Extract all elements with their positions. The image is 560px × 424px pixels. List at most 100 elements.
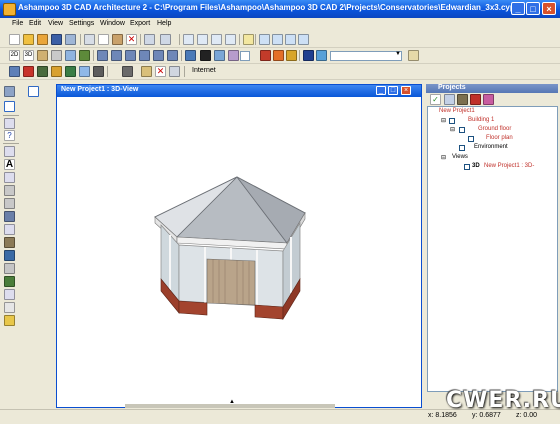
grid-icon[interactable] — [259, 34, 270, 45]
select-icon[interactable] — [200, 50, 211, 61]
eraser-tool-icon[interactable] — [4, 302, 15, 313]
tree-item-root[interactable]: New Project1 — [439, 108, 475, 114]
render-icon[interactable] — [51, 50, 62, 61]
tree-item-building[interactable]: Building 1 — [468, 117, 494, 123]
conservatory-3d-model[interactable] — [137, 173, 327, 333]
window-tool-icon[interactable] — [4, 237, 15, 248]
copy-icon[interactable] — [98, 34, 109, 45]
dropdown-arrow-icon[interactable]: ▼ — [395, 51, 401, 57]
panel-list-icon[interactable] — [444, 94, 455, 105]
tree-item-environment[interactable]: Environment — [474, 144, 508, 150]
snap-icon[interactable] — [272, 34, 283, 45]
railing-tool-icon[interactable] — [4, 198, 15, 209]
dimension-tool-icon[interactable] — [4, 146, 15, 157]
zoom-icon[interactable] — [183, 34, 194, 45]
open-icon[interactable] — [37, 34, 48, 45]
dimension-icon[interactable] — [93, 66, 104, 77]
scroll-up-arrow-icon[interactable]: ▲ — [229, 399, 235, 405]
layer-icon[interactable] — [316, 50, 327, 61]
options-icon[interactable] — [408, 50, 419, 61]
panel-home-icon[interactable] — [483, 94, 494, 105]
camera-icon[interactable] — [65, 50, 76, 61]
wall-icon[interactable] — [111, 50, 122, 61]
copy-object-icon[interactable] — [214, 50, 225, 61]
tree-checkbox-ground-floor[interactable] — [459, 127, 465, 133]
collapse-icon[interactable]: ⊟ — [441, 154, 446, 161]
line-tool-icon[interactable] — [4, 118, 15, 129]
menu-export[interactable]: Export — [127, 19, 153, 28]
roof-icon[interactable] — [153, 50, 164, 61]
light-icon[interactable] — [286, 50, 297, 61]
tools-icon[interactable] — [122, 66, 133, 77]
tree-icon[interactable] — [79, 50, 90, 61]
color-swatch[interactable] — [240, 51, 250, 61]
document-icon[interactable] — [243, 34, 254, 45]
2d-view-icon[interactable]: 2D — [9, 50, 20, 61]
slab-tool-icon[interactable] — [4, 263, 15, 274]
close-button[interactable]: × — [542, 2, 556, 15]
properties-icon[interactable] — [169, 66, 180, 77]
roof-tool-icon[interactable] — [4, 250, 15, 261]
cube-icon[interactable] — [185, 50, 196, 61]
menu-settings[interactable]: Settings — [66, 19, 97, 28]
remove-icon[interactable]: ✕ — [155, 66, 166, 77]
minimize-button[interactable]: _ — [511, 2, 525, 15]
expand-icon[interactable]: ⊟ — [450, 126, 455, 133]
save-icon[interactable] — [51, 34, 62, 45]
image-icon[interactable] — [79, 66, 90, 77]
guides-icon[interactable] — [298, 34, 309, 45]
material-icon[interactable] — [273, 50, 284, 61]
furniture-icon[interactable] — [51, 66, 62, 77]
group-icon[interactable] — [228, 50, 239, 61]
pointer-icon[interactable] — [28, 86, 39, 97]
3d-view-icon[interactable]: 3D — [23, 50, 34, 61]
view-minimize-button[interactable]: _ — [376, 86, 386, 95]
check-icon[interactable]: ✓ — [430, 94, 441, 105]
plan-icon[interactable] — [9, 66, 20, 77]
arc-tool-icon[interactable] — [4, 172, 15, 183]
paint-tool-icon[interactable] — [4, 315, 15, 326]
plant-icon[interactable] — [65, 66, 76, 77]
brick-icon[interactable] — [23, 66, 34, 77]
internet-button[interactable]: Internet — [192, 67, 216, 74]
view-maximize-button[interactable]: □ — [388, 86, 398, 95]
texture-icon[interactable] — [260, 50, 271, 61]
tree-checkbox-building[interactable] — [449, 118, 455, 124]
print-icon[interactable] — [65, 34, 76, 45]
panel-building-icon[interactable] — [457, 94, 468, 105]
door-icon[interactable] — [139, 50, 150, 61]
window-icon[interactable] — [125, 50, 136, 61]
open-folder-icon[interactable] — [23, 34, 34, 45]
undo-icon[interactable] — [144, 34, 155, 45]
tree-checkbox-environment[interactable] — [459, 145, 465, 151]
new-icon[interactable] — [9, 34, 20, 45]
tree-item-3d-view[interactable]: New Project1 : 3D- — [484, 163, 534, 169]
paste-icon[interactable] — [112, 34, 123, 45]
expand-icon[interactable]: ⊟ — [441, 117, 446, 124]
stairs-tool-icon[interactable] — [4, 185, 15, 196]
panel-delete-icon[interactable] — [470, 94, 481, 105]
tree-checkbox-floor-plan[interactable] — [468, 136, 474, 142]
text-tool-icon[interactable]: A — [4, 159, 15, 170]
3d-view-window[interactable]: New Project1 : 3D-View _ □ × ▲ — [56, 84, 422, 408]
zoom-out-icon[interactable] — [211, 34, 222, 45]
redo-icon[interactable] — [160, 34, 171, 45]
menu-view[interactable]: View — [45, 19, 66, 28]
measure-icon[interactable] — [141, 66, 152, 77]
menu-edit[interactable]: Edit — [26, 19, 44, 28]
select-arrow-icon[interactable] — [4, 101, 15, 112]
stairs-icon[interactable] — [167, 50, 178, 61]
menu-file[interactable]: File — [9, 19, 26, 28]
tree-checkbox-3d-view[interactable] — [464, 164, 470, 170]
cut-icon[interactable] — [84, 34, 95, 45]
hatch-tool-icon[interactable] — [4, 289, 15, 300]
ortho-icon[interactable] — [285, 34, 296, 45]
maximize-button[interactable]: □ — [526, 2, 540, 15]
terrain-icon[interactable] — [37, 66, 48, 77]
column-tool-icon[interactable] — [4, 211, 15, 222]
view-close-button[interactable]: × — [401, 86, 411, 95]
floor-icon[interactable] — [97, 50, 108, 61]
walk-icon[interactable] — [37, 50, 48, 61]
tree-item-ground-floor[interactable]: Ground floor — [478, 126, 511, 132]
zoom-fit-icon[interactable] — [225, 34, 236, 45]
